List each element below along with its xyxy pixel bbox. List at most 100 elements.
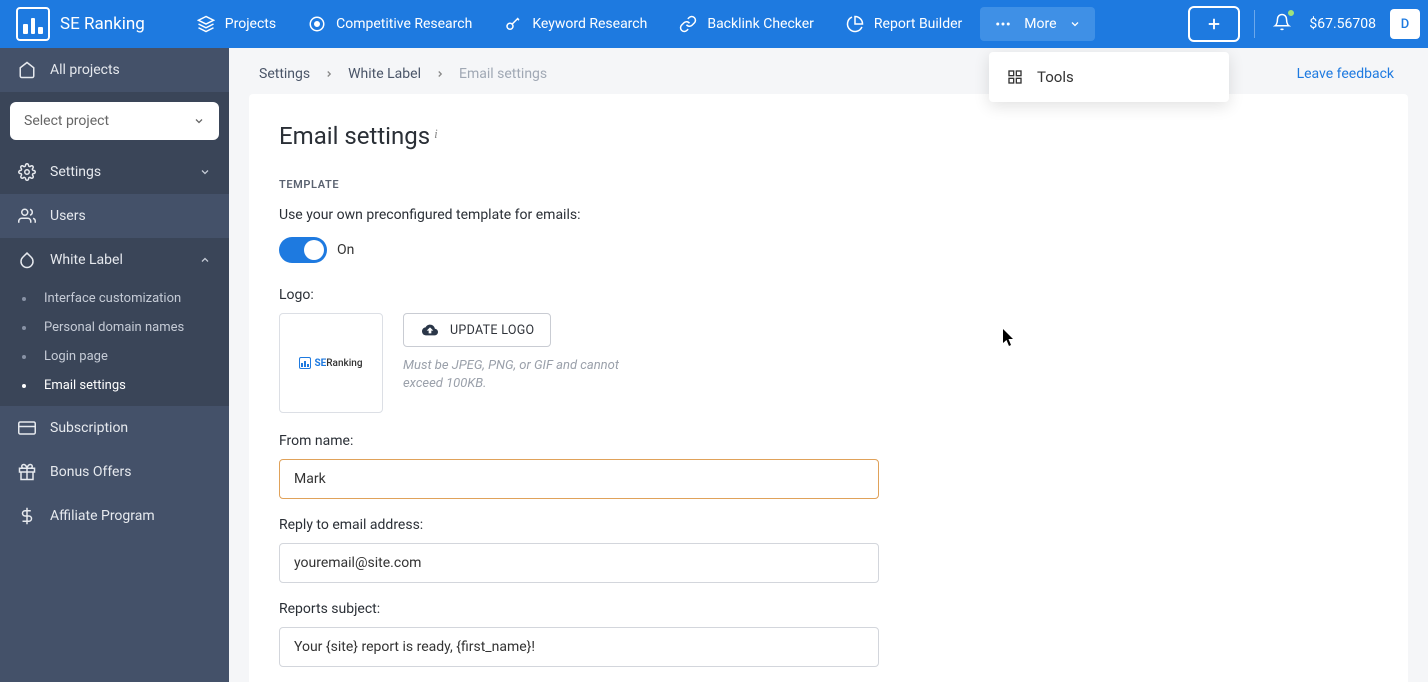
logo-text-a: SE	[314, 358, 326, 369]
target-icon	[308, 15, 326, 33]
brand-name: SE Ranking	[60, 14, 145, 34]
sub-domains[interactable]: Personal domain names	[0, 313, 229, 342]
nav-competitive-label: Competitive Research	[336, 16, 472, 32]
home-icon	[18, 61, 36, 79]
project-select-wrap: Select project	[0, 92, 229, 150]
sidebar-subscription[interactable]: Subscription	[0, 406, 229, 450]
chevron-down-icon	[1069, 18, 1081, 30]
tools-popup[interactable]: Tools	[989, 52, 1229, 102]
reply-label: Reply to email address:	[279, 517, 1378, 533]
top-nav: Projects Competitive Research Keyword Re…	[183, 7, 1095, 41]
breadcrumb: Settings White Label Email settings Leav…	[229, 48, 1428, 90]
crumb-white-label[interactable]: White Label	[348, 66, 421, 82]
reports-subject-input[interactable]	[279, 627, 879, 667]
template-desc: Use your own preconfigured template for …	[279, 207, 1378, 223]
sub-interface-label: Interface customization	[44, 291, 181, 306]
avatar[interactable]: D	[1390, 9, 1420, 39]
link-icon	[679, 15, 697, 33]
topbar: SE Ranking Projects Competitive Research…	[0, 0, 1428, 48]
logo-hint: Must be JPEG, PNG, or GIF and cannot exc…	[403, 357, 643, 392]
layers-icon	[197, 15, 215, 33]
logo-text-b: Ranking	[326, 358, 362, 369]
notification-dot	[1287, 9, 1295, 17]
logo-mark-icon	[16, 7, 50, 41]
template-toggle[interactable]	[279, 237, 327, 263]
project-select-placeholder: Select project	[24, 113, 109, 129]
from-name-label: From name:	[279, 433, 1378, 449]
sidebar-all-projects-label: All projects	[50, 62, 120, 78]
leave-feedback-link[interactable]: Leave feedback	[1297, 66, 1398, 82]
divider	[1254, 10, 1255, 38]
gear-icon	[18, 163, 36, 181]
sidebar-bonus[interactable]: Bonus Offers	[0, 450, 229, 494]
droplet-icon	[18, 251, 36, 269]
project-select[interactable]: Select project	[10, 102, 219, 140]
dollar-icon	[18, 507, 36, 525]
chevron-up-icon	[199, 254, 211, 266]
update-logo-button[interactable]: UPDATE LOGO	[403, 313, 551, 347]
nav-projects-label: Projects	[225, 16, 276, 32]
info-icon[interactable]: i	[434, 126, 438, 142]
cloud-upload-icon	[420, 322, 440, 338]
chevron-down-icon	[193, 115, 205, 127]
main: Tools Settings White Label Email setting…	[229, 48, 1428, 682]
sidebar-white-label[interactable]: White Label	[0, 238, 229, 282]
nav-keyword[interactable]: Keyword Research	[490, 7, 661, 41]
white-label-sublist: Interface customization Personal domain …	[0, 282, 229, 406]
subject-label: Reports subject:	[279, 601, 1378, 617]
sidebar-users[interactable]: Users	[0, 194, 229, 238]
logo-preview: SERanking	[279, 313, 383, 413]
sidebar-white-label-label: White Label	[50, 252, 123, 268]
reply-email-input[interactable]	[279, 543, 879, 583]
nav-more[interactable]: More	[980, 7, 1094, 41]
page-title: Email settings	[279, 122, 430, 150]
sub-domains-label: Personal domain names	[44, 320, 184, 335]
sidebar-settings-label: Settings	[50, 164, 101, 180]
key-icon	[504, 15, 522, 33]
balance[interactable]: $67.56708	[1309, 16, 1376, 32]
toggle-state-label: On	[337, 242, 354, 258]
chevron-right-icon	[435, 69, 445, 79]
grid-icon	[1007, 69, 1023, 85]
notifications[interactable]	[1269, 9, 1295, 39]
update-logo-label: UPDATE LOGO	[450, 323, 534, 338]
sidebar-settings[interactable]: Settings	[0, 150, 229, 194]
add-button[interactable]	[1188, 6, 1240, 42]
sub-login-label: Login page	[44, 349, 108, 364]
sidebar-affiliate[interactable]: Affiliate Program	[0, 494, 229, 538]
sidebar-subscription-label: Subscription	[50, 420, 128, 436]
sidebar-all-projects[interactable]: All projects	[0, 48, 229, 92]
sub-email-label: Email settings	[44, 378, 126, 393]
brand-logo[interactable]: SE Ranking	[8, 7, 153, 41]
sidebar-affiliate-label: Affiliate Program	[50, 508, 155, 524]
nav-competitive[interactable]: Competitive Research	[294, 7, 486, 41]
sub-interface[interactable]: Interface customization	[0, 284, 229, 313]
chevron-down-icon	[199, 166, 211, 178]
nav-backlink[interactable]: Backlink Checker	[665, 7, 828, 41]
logo-label: Logo:	[279, 287, 1378, 303]
nav-report-label: Report Builder	[874, 16, 962, 32]
nav-report[interactable]: Report Builder	[832, 7, 976, 41]
nav-backlink-label: Backlink Checker	[707, 16, 814, 32]
pie-icon	[846, 15, 864, 33]
crumb-email: Email settings	[459, 66, 547, 82]
topbar-right: $67.56708 D	[1188, 6, 1420, 42]
sidebar-users-label: Users	[50, 208, 86, 224]
dots-icon	[994, 15, 1012, 33]
template-section-label: TEMPLATE	[279, 178, 1378, 191]
content-card: Email settings i TEMPLATE Use your own p…	[249, 94, 1408, 682]
sub-login[interactable]: Login page	[0, 342, 229, 371]
sub-email[interactable]: Email settings	[0, 371, 229, 400]
nav-more-label: More	[1024, 16, 1056, 32]
gift-icon	[18, 463, 36, 481]
crumb-settings[interactable]: Settings	[259, 66, 310, 82]
sidebar: All projects Select project Settings	[0, 48, 229, 682]
chevron-right-icon	[324, 69, 334, 79]
sidebar-bonus-label: Bonus Offers	[50, 464, 131, 480]
plus-icon	[1205, 15, 1223, 33]
card-icon	[18, 419, 36, 437]
nav-keyword-label: Keyword Research	[532, 16, 647, 32]
nav-projects[interactable]: Projects	[183, 7, 290, 41]
from-name-input[interactable]	[279, 459, 879, 499]
tools-popup-label: Tools	[1037, 68, 1074, 86]
